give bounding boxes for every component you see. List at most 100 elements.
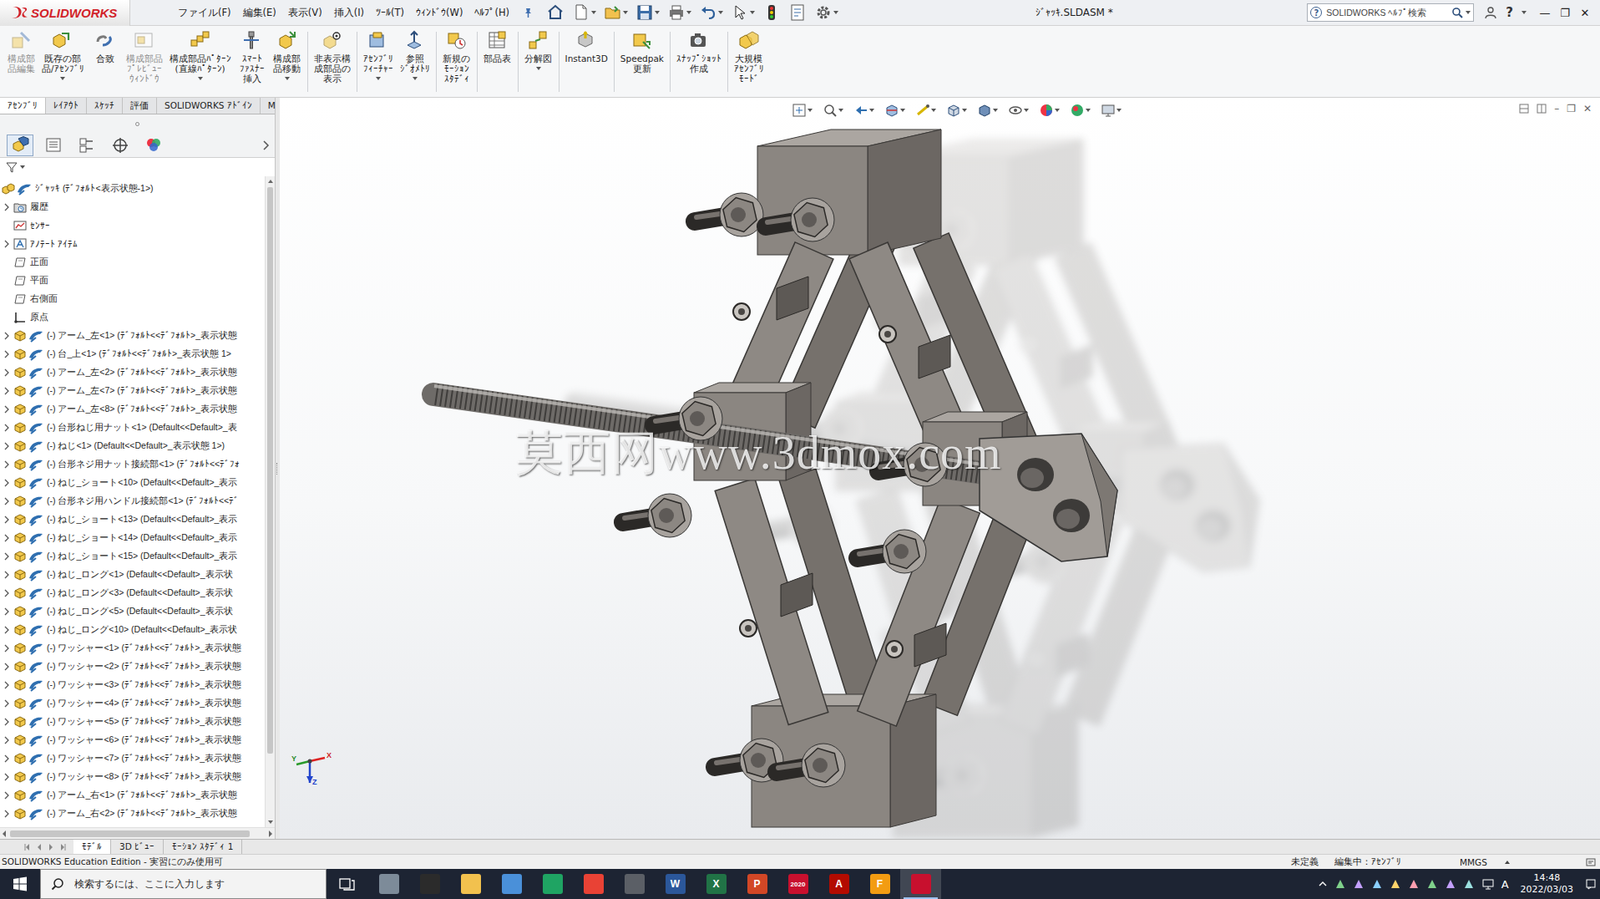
dropdown-arrow-icon[interactable] xyxy=(992,108,998,112)
expand-arrow-icon[interactable] xyxy=(3,809,11,818)
graphics-area[interactable]: –❐✕YXZ莫西网www.3dmox.com xyxy=(279,97,1600,839)
expand-arrow-icon[interactable] xyxy=(3,368,11,377)
tile-vertical-icon[interactable] xyxy=(1536,103,1547,114)
section-view-button[interactable] xyxy=(881,102,908,118)
print-button[interactable] xyxy=(664,3,694,22)
app-icon[interactable] xyxy=(460,873,482,894)
app-icon[interactable]: 2020 xyxy=(788,873,809,894)
tree-item[interactable]: (-) アーム_左<2> (ﾃﾞﾌｫﾙﾄ<<ﾃﾞﾌｫﾙﾄ>_表示状態 xyxy=(0,363,265,382)
dropdown-slot[interactable] xyxy=(284,75,290,82)
expand-slot[interactable] xyxy=(1,587,12,599)
dropdown-arrow-icon[interactable] xyxy=(807,108,813,112)
expand-slot[interactable] xyxy=(1,660,12,673)
tree-item[interactable]: (-) ワッシャー<8> (ﾃﾞﾌｫﾙﾄ<<ﾃﾞﾌｫﾙﾄ>_表示状態 xyxy=(0,767,265,786)
tree-item[interactable]: (-) ワッシャー<4> (ﾃﾞﾌｫﾙﾄ<<ﾃﾞﾌｫﾙﾄ>_表示状態 xyxy=(0,693,265,713)
file-properties-icon[interactable] xyxy=(788,3,807,22)
dropdown-arrow-icon[interactable] xyxy=(654,10,660,15)
tab-previous-arrow-icon[interactable] xyxy=(35,842,44,851)
ime-indicator[interactable]: A xyxy=(1501,877,1509,891)
print-icon[interactable] xyxy=(667,3,686,22)
ribbon-button[interactable]: Instant3D xyxy=(562,30,612,72)
tree-item[interactable]: (-) アーム_左<7> (ﾃﾞﾌｫﾙﾄ<<ﾃﾞﾌｫﾙﾄ>_表示状態 xyxy=(0,381,265,400)
tray-app-icon[interactable] xyxy=(1426,877,1438,890)
expand-arrow-icon[interactable] xyxy=(3,515,11,524)
ribbon-button[interactable]: 構成部 品編集 xyxy=(3,30,39,82)
view-orientation-button[interactable] xyxy=(943,102,970,118)
home-button[interactable] xyxy=(543,3,568,22)
dropdown-arrow-icon[interactable] xyxy=(536,66,542,71)
taskbar-app[interactable]: F xyxy=(859,868,901,899)
tree-item[interactable]: (-) ねじ_ロング<3> (Default<<Default>_表示状 xyxy=(0,583,265,603)
tray-app-icon[interactable] xyxy=(1334,877,1347,890)
dropdown-arrow-icon[interactable] xyxy=(284,76,290,81)
expand-slot[interactable] xyxy=(1,568,12,581)
ribbon-button[interactable]: 新規の ﾓｰｼｮﾝ ｽﾀﾃﾞｨ xyxy=(439,30,475,92)
undo-button[interactable] xyxy=(696,3,726,22)
expand-slot[interactable] xyxy=(1,513,12,526)
view-orientation-icon[interactable] xyxy=(946,102,962,118)
expand-arrow-icon[interactable] xyxy=(3,202,11,212)
tree-item[interactable]: (-) ワッシャー<2> (ﾃﾞﾌｫﾙﾄ<<ﾃﾞﾌｫﾙﾄ>_表示状態 xyxy=(0,657,265,676)
app-icon[interactable] xyxy=(420,873,441,894)
menu-item[interactable]: ファイル(F) xyxy=(172,5,238,21)
solidworks-logo[interactable]: SOLIDWORKS xyxy=(0,0,131,26)
user-icon[interactable] xyxy=(1483,5,1498,20)
panel-tab[interactable] xyxy=(6,134,34,157)
dropdown-slot[interactable] xyxy=(412,75,418,82)
expand-arrow-icon[interactable] xyxy=(3,496,11,506)
notification-icon[interactable] xyxy=(1584,877,1597,890)
magnifier-icon[interactable] xyxy=(1451,6,1464,19)
task-view-icon[interactable] xyxy=(339,875,356,892)
tray-app-icon[interactable] xyxy=(1407,877,1420,890)
tree-item[interactable]: 平面 xyxy=(0,271,265,290)
menu-item[interactable]: 表示(V) xyxy=(282,5,329,21)
scroll-up-arrow-icon[interactable] xyxy=(265,176,275,187)
tree-item[interactable]: 履歴 xyxy=(0,197,265,217)
zoom-fit-icon[interactable] xyxy=(791,102,807,118)
app-icon[interactable]: A xyxy=(829,873,850,894)
expand-slot[interactable] xyxy=(1,458,12,471)
taskbar-search[interactable] xyxy=(40,868,327,899)
taskbar-app[interactable] xyxy=(531,868,573,899)
task-view-button[interactable] xyxy=(326,868,369,899)
minimize-button[interactable]: — xyxy=(1534,6,1555,20)
bottom-tab[interactable]: 3D ﾋﾞｭｰ xyxy=(111,839,164,854)
clock[interactable]: 14:482022/03/03 xyxy=(1515,871,1579,896)
help-search-field[interactable] xyxy=(1324,6,1449,19)
expand-slot[interactable] xyxy=(1,476,12,489)
tree-item[interactable]: (-) ねじ_ショート<14> (Default<<Default>_表示 xyxy=(0,528,265,547)
expand-arrow-icon[interactable] xyxy=(3,423,11,432)
filter-icon[interactable] xyxy=(5,160,19,174)
expand-slot[interactable] xyxy=(1,807,12,820)
dropdown-arrow-icon[interactable] xyxy=(962,108,968,112)
menu-item[interactable]: 編集(E) xyxy=(237,5,283,21)
tree-item[interactable]: 原点 xyxy=(0,308,265,327)
tree-item[interactable]: (-) ねじ<1> (Default<<Default>_表示状態 1>) xyxy=(0,436,265,456)
dropdown-arrow-icon[interactable] xyxy=(900,108,906,112)
pin-icon[interactable] xyxy=(521,6,534,19)
file-properties-button[interactable] xyxy=(785,3,810,22)
tree-item[interactable]: (-) ねじ_ショート<10> (Default<<Default>_表示 xyxy=(0,473,265,492)
dropdown-arrow-icon[interactable] xyxy=(412,76,418,81)
status-item[interactable]: MMGS xyxy=(1454,856,1505,867)
tree-item[interactable]: (-) ワッシャー<6> (ﾃﾞﾌｫﾙﾄ<<ﾃﾞﾌｫﾙﾄ>_表示状態 xyxy=(0,730,265,750)
expand-arrow-icon[interactable] xyxy=(3,772,11,781)
tab-first-arrow-icon[interactable] xyxy=(23,842,32,851)
tray-chevron-icon[interactable] xyxy=(1317,879,1328,888)
tray-app-icon[interactable] xyxy=(1352,877,1365,890)
filter-dropdown-arrow-icon[interactable] xyxy=(20,165,26,169)
expand-arrow-icon[interactable] xyxy=(3,588,11,598)
tray-app-icon[interactable] xyxy=(1444,877,1457,890)
dropdown-arrow-icon[interactable] xyxy=(1023,108,1029,112)
tree-item[interactable]: (-) 台形ねじ用ナット<1> (Default<<Default>_表 xyxy=(0,418,265,437)
menu-item[interactable]: ﾂｰﾙ(T) xyxy=(369,5,411,21)
app-icon[interactable] xyxy=(542,873,563,894)
taskbar-app[interactable] xyxy=(368,868,410,899)
dropdown-arrow-icon[interactable] xyxy=(833,10,839,15)
menu-item[interactable]: ｳｨﾝﾄﾞｳ(W) xyxy=(410,5,469,21)
panel-tab[interactable] xyxy=(40,134,67,157)
select-arrow-icon[interactable] xyxy=(730,3,750,22)
search-options-arrow-icon[interactable] xyxy=(1465,10,1471,15)
ribbon-button[interactable]: 非表示構 成部品の 表示 xyxy=(310,30,355,92)
taskbar-app[interactable]: 2020 xyxy=(777,868,819,899)
